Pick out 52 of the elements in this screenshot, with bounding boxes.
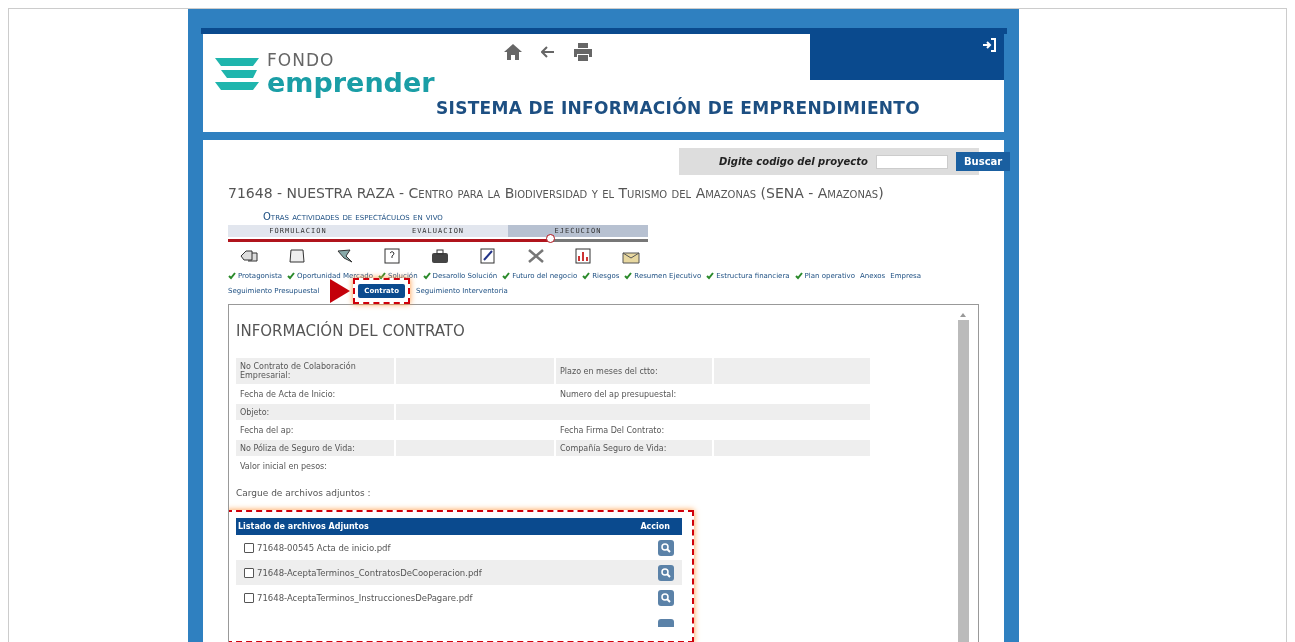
check-icon [582,272,591,280]
field-label: Fecha Firma Del Contrato: [556,422,714,438]
scrollbar-thumb[interactable] [957,320,969,642]
logo-text: FONDO [267,52,336,69]
field-label: Fecha del ap: [236,422,396,438]
logout-icon[interactable] [982,38,996,52]
search-button[interactable]: Buscar [955,152,1011,171]
step-icon[interactable] [383,248,402,264]
check-icon [624,272,633,280]
file-checkbox[interactable] [244,542,254,553]
check-icon [706,272,715,280]
field-label: No Contrato de Colaboración Empresarial: [236,358,396,384]
attachments-label: Cargue de archivos adjuntos : [236,488,372,498]
file-checkbox[interactable] [244,567,254,578]
check-icon [286,272,295,280]
project-title: 71648 - NUESTRA RAZA - Centro para la Biodiversidad y el Turismo del Amazonas (SENA - Amazonas) [228,185,885,201]
back-arrow-icon[interactable] [541,46,555,58]
field-label: No Póliza de Seguro de Vida: [236,440,396,456]
file-name: 71648-00545 Acta de inicio.pdf [257,542,392,553]
step-icon[interactable] [335,248,354,264]
file-name: 71648-AceptaTerminos_ContratosDeCooperacion.pdf [257,567,483,578]
file-checkbox[interactable] [244,592,254,603]
check-icon [228,272,236,280]
step-icon[interactable] [574,248,593,264]
scroll-up-arrow-icon[interactable] [960,313,966,317]
column-header: Listado de archivos Adjuntos [238,522,369,531]
print-icon[interactable] [573,42,593,62]
field-label: Valor inicial en pesos: [236,458,396,474]
search-label: Digite codigo del proyecto [719,156,868,167]
step-icon[interactable] [478,248,497,264]
activity-subtitle: Otras actividades de espectáculos en vivo [263,211,444,222]
check-icon [794,272,803,280]
check-icon [502,272,511,280]
check-icon [422,272,431,280]
field-label: Numero del ap presupuestal: [556,386,714,402]
step-icon[interactable] [431,248,449,264]
column-header: Accion [640,522,670,531]
field-label: Plazo en meses del ctto: [556,358,714,384]
step-icon[interactable] [287,248,306,264]
check-icon [377,272,386,280]
step-icon[interactable] [240,248,258,264]
field-label: Compañía Seguro de Vida: [556,440,714,456]
field-label: Fecha de Acta de Inicio: [236,386,396,402]
logo-text: emprender [267,69,435,96]
home-icon[interactable] [503,43,523,61]
system-title: SISTEMA DE INFORMACIÓN DE EMPRENDIMIENTO [436,98,920,118]
section-title: INFORMACIÓN DEL CONTRATO [236,322,466,340]
field-label: Objeto: [236,404,396,420]
pointer-arrow-icon [330,279,351,303]
file-name: 71648-AceptaTerminos_InstruccionesDePagare.pdf [257,592,474,603]
project-code-field[interactable] [875,154,948,169]
progress-marker-icon [546,234,556,243]
